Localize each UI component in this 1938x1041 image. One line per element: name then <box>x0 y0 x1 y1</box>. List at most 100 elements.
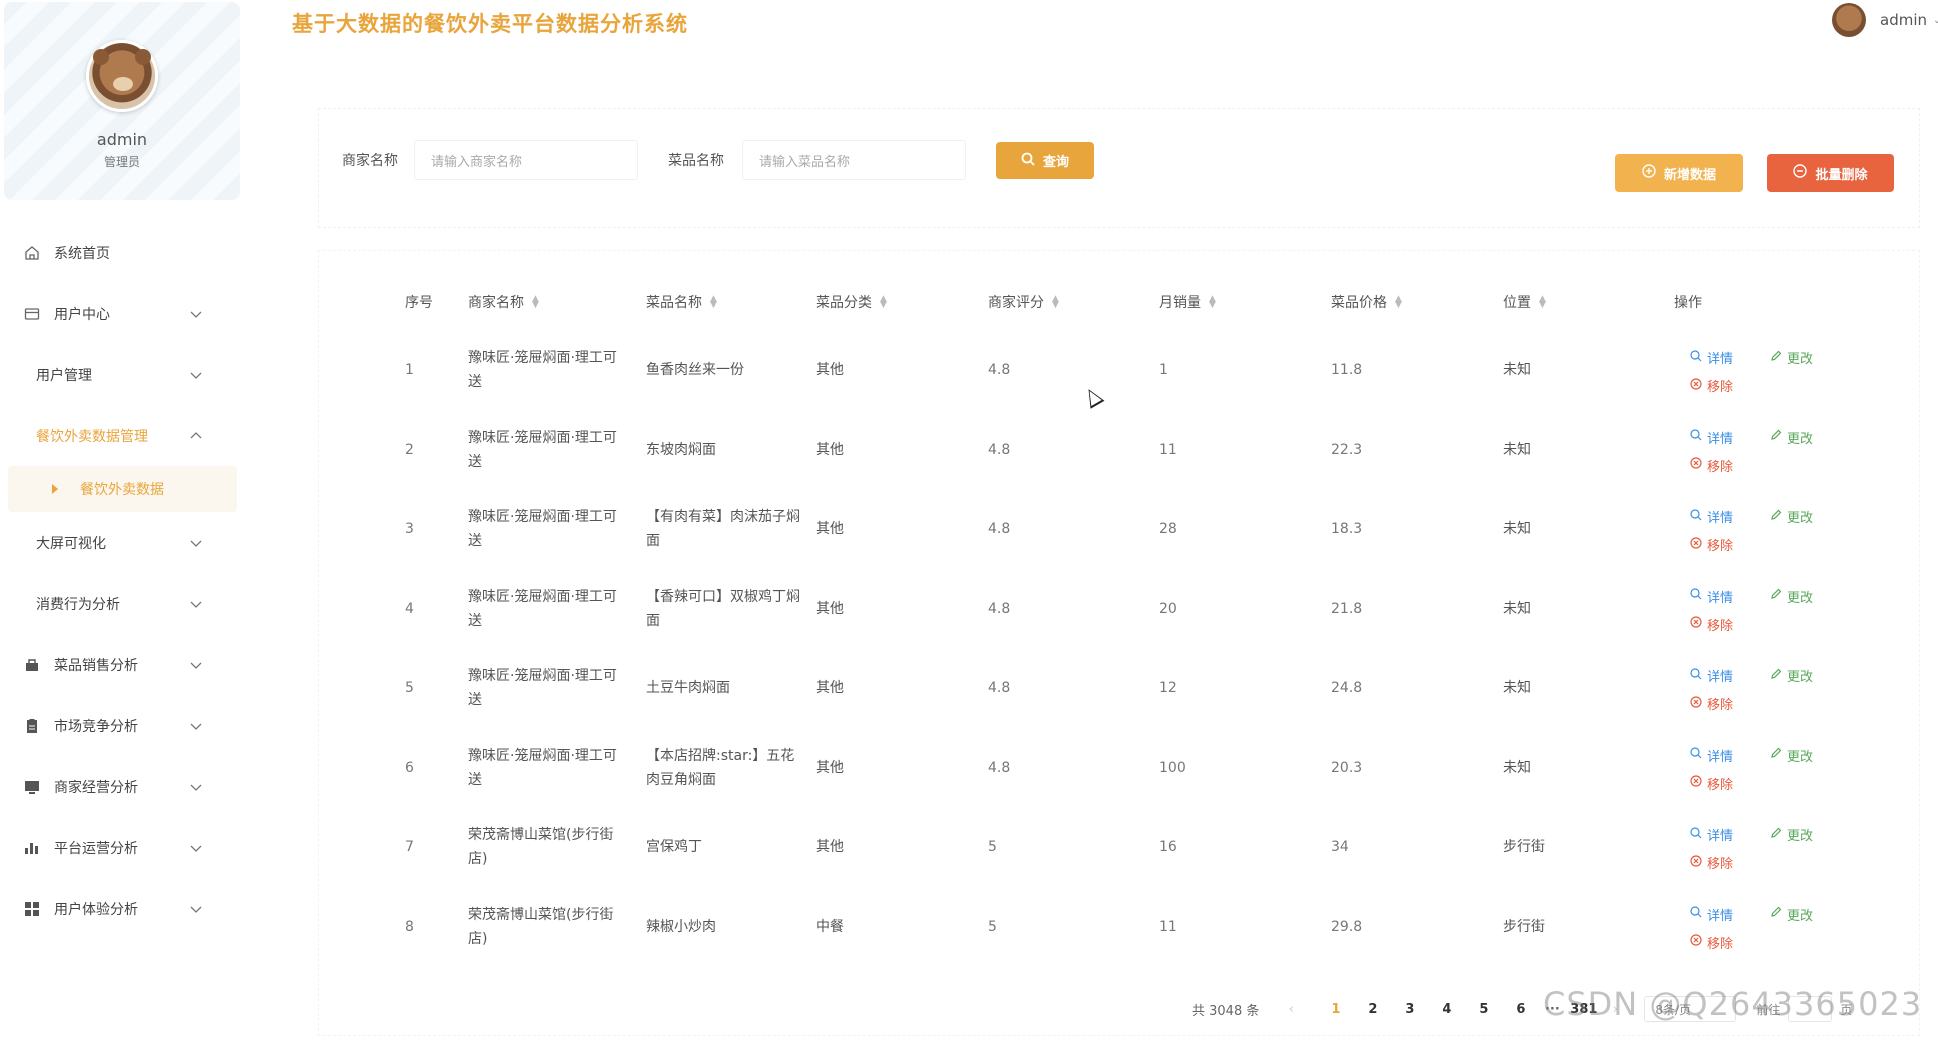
sidebar-item-user-center[interactable]: 用户中心 <box>0 283 245 344</box>
pencil-icon <box>1770 509 1782 525</box>
edit-button[interactable]: 更改 <box>1770 507 1813 526</box>
page-number[interactable]: 6 <box>1502 1002 1539 1017</box>
minus-circle-icon <box>1793 164 1808 182</box>
edit-button[interactable]: 更改 <box>1770 348 1813 367</box>
edit-button[interactable]: 更改 <box>1770 587 1813 606</box>
batch-delete-button[interactable]: 批量删除 <box>1767 154 1894 192</box>
detail-button[interactable]: 详情 <box>1690 348 1733 367</box>
sidebar-menu: 系统首页 用户中心 用户管理 餐饮外卖数据管理 餐饮外卖数据 大屏可视化 消费行… <box>0 222 245 939</box>
remove-button[interactable]: 移除 <box>1690 376 1733 395</box>
page-number[interactable]: 1 <box>1317 1002 1354 1017</box>
cell-dish: 【本店招牌:star:】五花肉豆角焖面 <box>646 747 795 788</box>
cell-category: 其他 <box>816 680 844 696</box>
column-header-category[interactable]: 菜品分类 ▲ ▼ <box>816 292 887 312</box>
detail-button[interactable]: 详情 <box>1690 746 1733 765</box>
column-header-merchant[interactable]: 商家名称 ▲ ▼ <box>468 292 539 312</box>
page-number[interactable]: 4 <box>1428 1002 1465 1017</box>
sort-icon[interactable]: ▲ ▼ <box>880 295 887 310</box>
column-header-monthly-sales[interactable]: 月销量 ▲ ▼ <box>1159 292 1216 312</box>
edit-button[interactable]: 更改 <box>1770 825 1813 844</box>
page-number[interactable]: 5 <box>1465 1002 1502 1017</box>
dish-name-input[interactable]: 请输入菜品名称 <box>742 140 966 180</box>
cell-category: 其他 <box>816 362 844 378</box>
edit-button[interactable]: 更改 <box>1770 666 1813 685</box>
sidebar-item-platform-operation[interactable]: 平台运营分析 <box>0 817 245 878</box>
remove-button[interactable]: 移除 <box>1690 933 1733 952</box>
profile-role: 管理员 <box>103 155 140 169</box>
cell-rating: 4.8 <box>988 759 1011 776</box>
sidebar-item-big-screen[interactable]: 大屏可视化 <box>0 512 245 573</box>
sort-icon[interactable]: ▲ ▼ <box>1395 295 1402 310</box>
column-header-actions: 操作 <box>1674 292 1702 312</box>
sort-icon[interactable]: ▲ ▼ <box>710 295 717 310</box>
detail-button[interactable]: 详情 <box>1690 666 1733 685</box>
sidebar-item-merchant-operation[interactable]: 商家经营分析 <box>0 756 245 817</box>
remove-button[interactable]: 移除 <box>1690 853 1733 872</box>
query-button[interactable]: 查询 <box>996 142 1094 179</box>
detail-button[interactable]: 详情 <box>1690 587 1733 606</box>
pencil-icon <box>1770 747 1782 763</box>
user-name: admin <box>1880 11 1927 29</box>
remove-button[interactable]: 移除 <box>1690 456 1733 475</box>
column-header-price[interactable]: 菜品价格 ▲ ▼ <box>1331 292 1402 312</box>
detail-button[interactable]: 详情 <box>1690 905 1733 924</box>
cell-monthly-sales: 20 <box>1159 600 1177 617</box>
avatar[interactable] <box>86 40 158 112</box>
cell-category: 其他 <box>816 441 844 458</box>
user-menu[interactable]: admin ⌄ <box>1832 2 1938 38</box>
sidebar: admin 管理员 系统首页 用户中心 用户管理 餐饮外卖数据管理 餐饮外卖数据… <box>0 0 245 1041</box>
cell-index: 1 <box>405 362 414 378</box>
column-header-rating[interactable]: 商家评分 ▲ ▼ <box>988 292 1059 312</box>
pencil-icon <box>1770 429 1782 445</box>
merchant-name-input[interactable]: 请输入商家名称 <box>414 140 638 180</box>
chevron-down-icon <box>190 601 202 608</box>
sort-icon[interactable]: ▲ ▼ <box>1052 295 1059 310</box>
chevron-down-icon <box>190 845 202 852</box>
detail-button[interactable]: 详情 <box>1690 428 1733 447</box>
sort-icon[interactable]: ▲ ▼ <box>1209 295 1216 310</box>
cell-dish: 辣椒小炒肉 <box>646 918 716 935</box>
sidebar-item-label: 商家经营分析 <box>54 779 138 796</box>
detail-button[interactable]: 详情 <box>1690 825 1733 844</box>
close-circle-icon <box>1690 854 1702 871</box>
remove-button[interactable]: 移除 <box>1690 615 1733 634</box>
page-number[interactable]: 3 <box>1391 1002 1428 1017</box>
column-header-label: 位置 <box>1503 295 1531 311</box>
page-number[interactable]: 2 <box>1354 1002 1391 1017</box>
add-data-button-label: 新增数据 <box>1663 167 1716 183</box>
chevron-left-icon[interactable]: ‹ <box>1279 1002 1303 1017</box>
sidebar-item-label: 系统首页 <box>54 245 110 262</box>
sidebar-subitem-label: 餐饮外卖数据 <box>80 482 164 498</box>
cell-dish: 【有肉有菜】肉沫茄子焖面 <box>646 509 800 549</box>
remove-button[interactable]: 移除 <box>1690 535 1733 554</box>
cell-index: 7 <box>405 839 414 855</box>
cell-index: 5 <box>405 680 414 696</box>
edit-button-label: 更改 <box>1787 670 1814 685</box>
edit-button-label: 更改 <box>1787 352 1814 367</box>
sort-icon[interactable]: ▲ ▼ <box>532 295 539 310</box>
edit-button[interactable]: 更改 <box>1770 905 1813 924</box>
column-header-dish[interactable]: 菜品名称 ▲ ▼ <box>646 292 717 312</box>
sidebar-item-consumer-behavior[interactable]: 消费行为分析 <box>0 573 245 634</box>
edit-button-label: 更改 <box>1787 431 1814 447</box>
remove-button[interactable]: 移除 <box>1690 774 1733 793</box>
detail-button[interactable]: 详情 <box>1690 507 1733 526</box>
add-data-button[interactable]: 新增数据 <box>1615 154 1743 192</box>
sidebar-item-market-competition[interactable]: 市场竞争分析 <box>0 695 245 756</box>
cell-index: 3 <box>405 521 414 537</box>
sidebar-item-user-experience[interactable]: 用户体验分析 <box>0 878 245 939</box>
sidebar-item-dish-sales[interactable]: 菜品销售分析 <box>0 634 245 695</box>
close-circle-icon <box>1690 377 1702 394</box>
sidebar-item-home[interactable]: 系统首页 <box>0 222 245 283</box>
cell-price: 20.3 <box>1331 759 1363 776</box>
sidebar-item-label: 市场竞争分析 <box>54 718 138 735</box>
sort-icon[interactable]: ▲ ▼ <box>1539 295 1546 310</box>
user-avatar[interactable] <box>1832 3 1866 37</box>
sidebar-item-food-data-management[interactable]: 餐饮外卖数据管理 <box>0 405 245 466</box>
edit-button[interactable]: 更改 <box>1770 428 1813 447</box>
edit-button[interactable]: 更改 <box>1770 746 1813 765</box>
column-header-location[interactable]: 位置 ▲ ▼ <box>1503 292 1546 312</box>
sidebar-subitem-food-data[interactable]: 餐饮外卖数据 <box>8 466 237 512</box>
remove-button[interactable]: 移除 <box>1690 694 1733 713</box>
sidebar-item-user-management[interactable]: 用户管理 <box>0 344 245 405</box>
